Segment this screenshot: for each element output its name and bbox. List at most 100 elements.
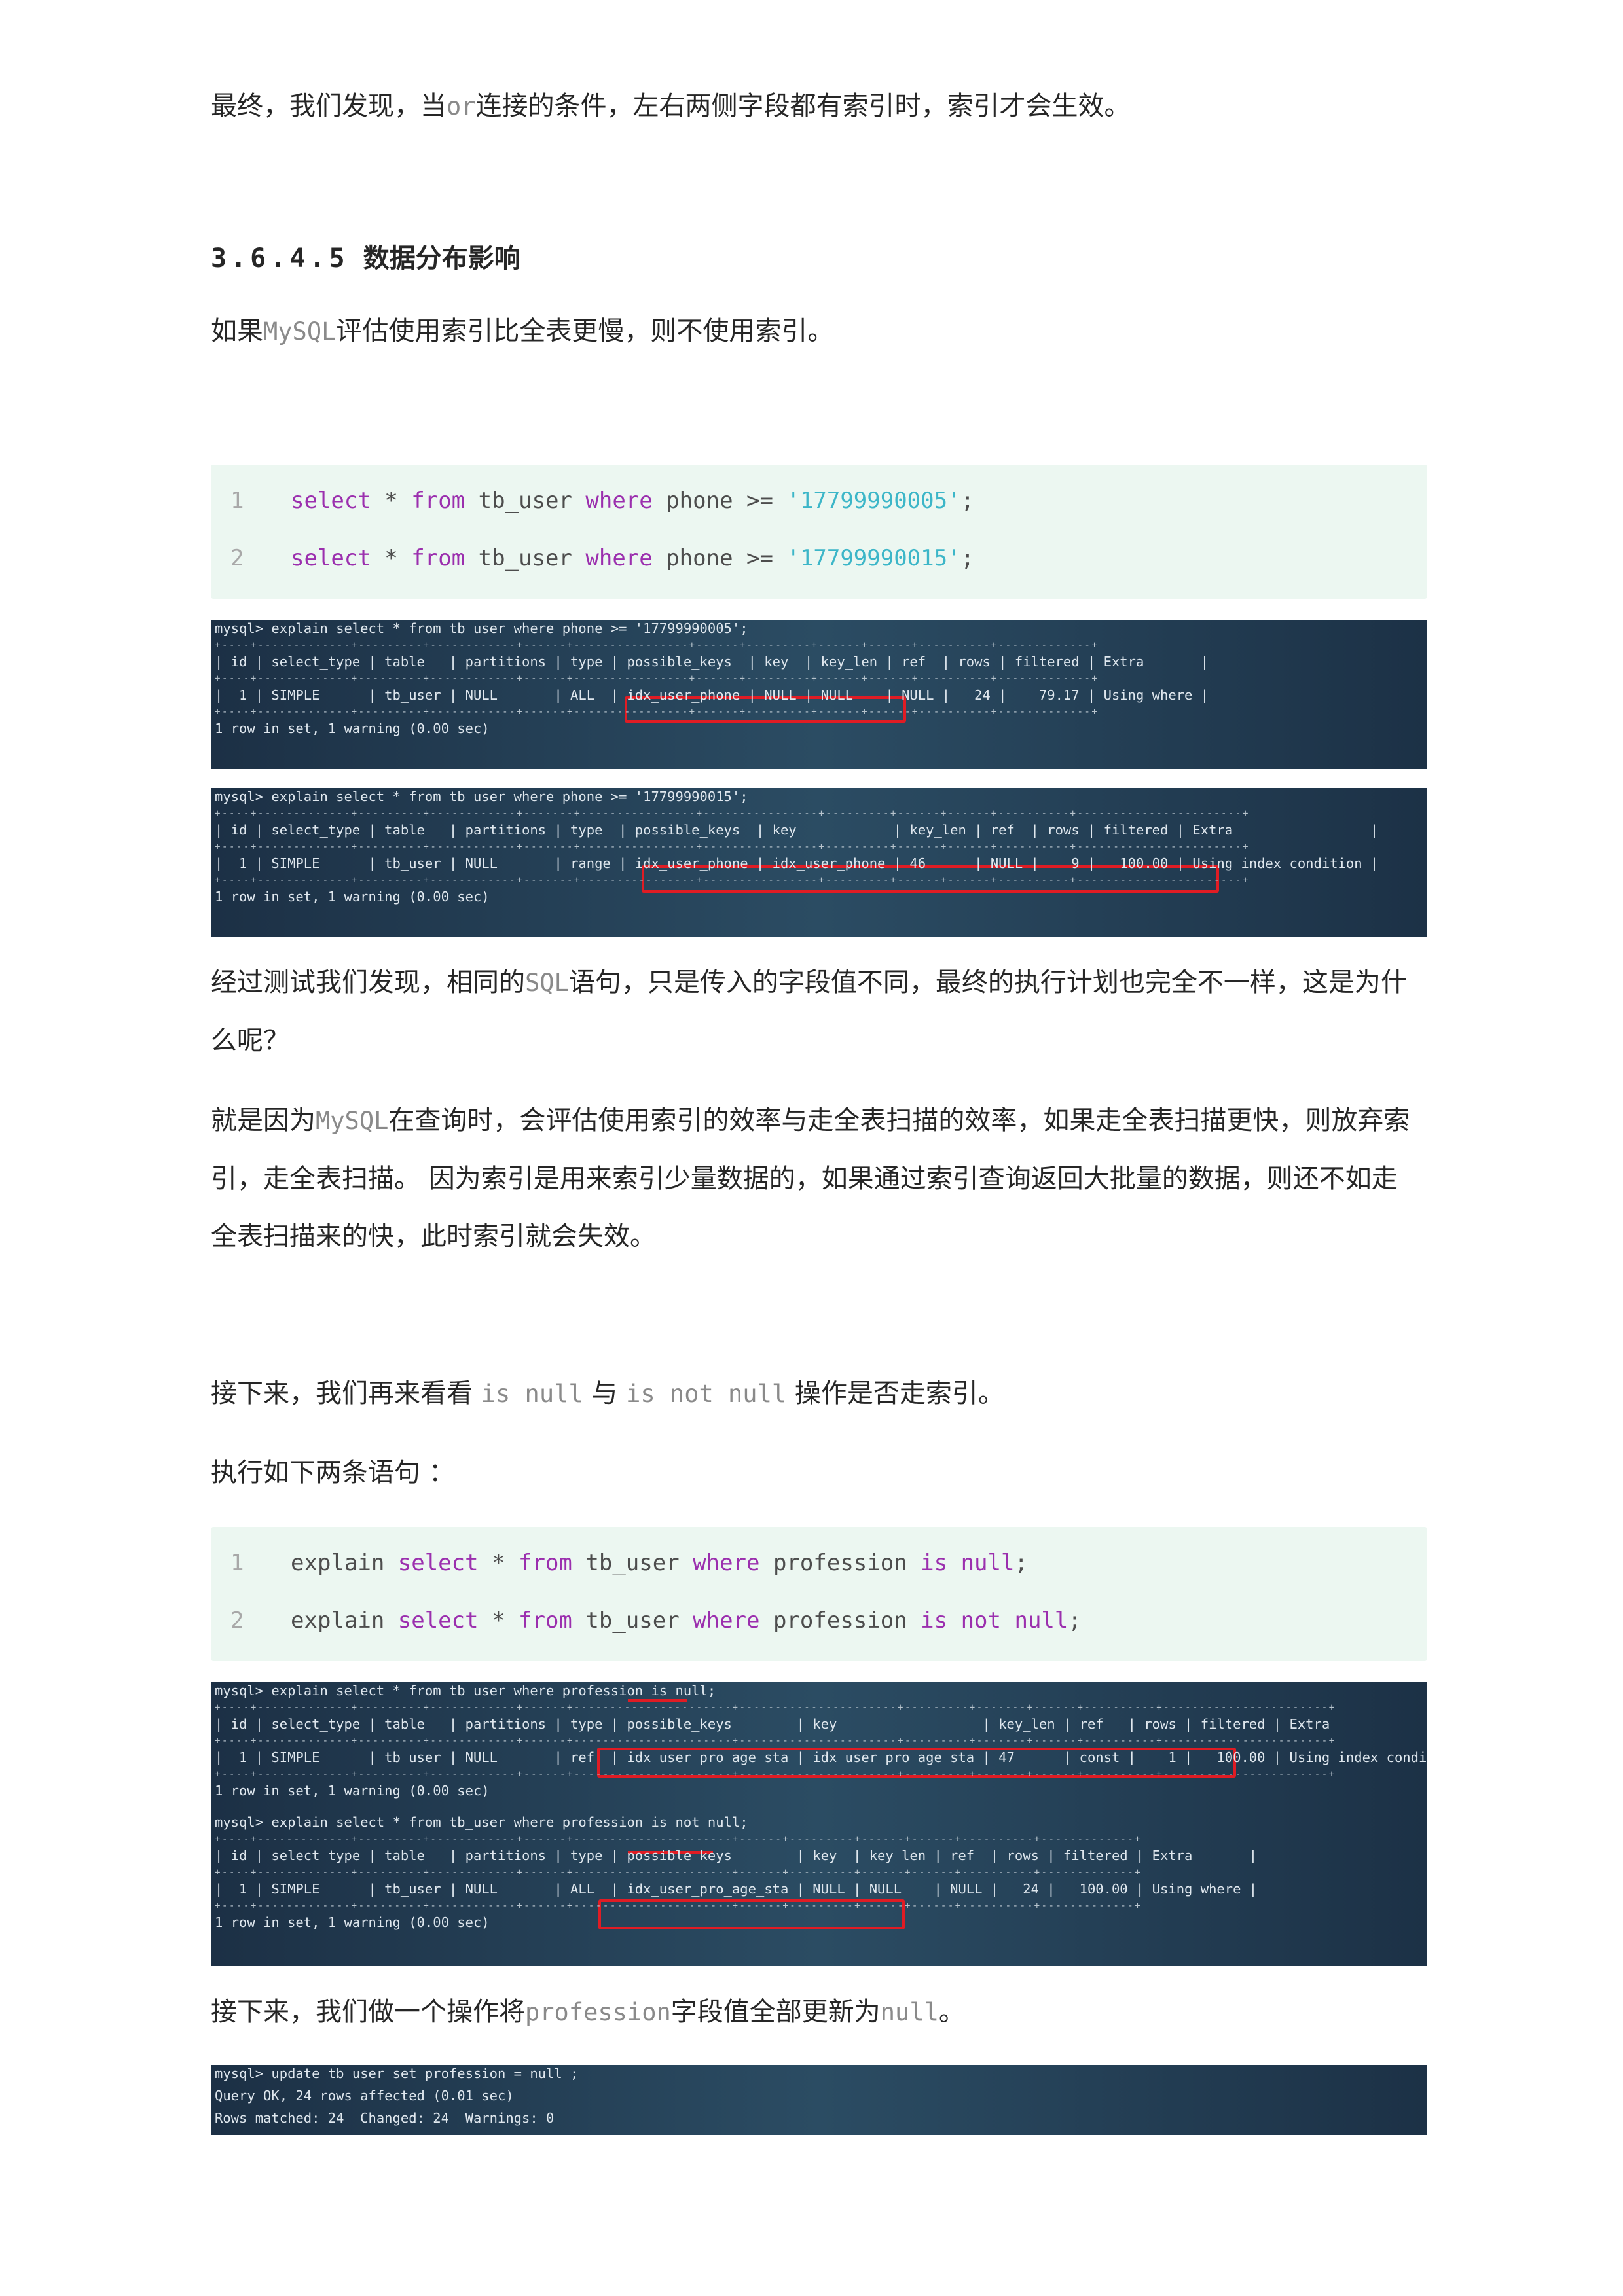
code-text: explain select * from tb_user where prof… (291, 1601, 1082, 1640)
terminal-line: | 1 | SIMPLE | tb_user | NULL | range | … (215, 855, 1379, 871)
text: 操作是否走索引。 (786, 1378, 1004, 1408)
code-token: is (921, 1607, 948, 1634)
terminal-line: mysql> explain select * from tb_user whe… (215, 1683, 716, 1698)
inline-code: is not null (626, 1380, 787, 1408)
code-token: profession (759, 1550, 921, 1576)
paragraph-explanation: 就是因为MySQL在查询时，会评估使用索引的效率与走全表扫描的效率，如果走全表扫… (211, 1092, 1422, 1265)
text: 。 (938, 1997, 965, 2027)
code-token: null (1014, 1607, 1068, 1634)
code-line: 1 explain select * from tb_user where pro… (211, 1543, 1427, 1583)
text: 连接的条件，左右两侧字段都有索引时，索引才会生效。 (475, 91, 1131, 121)
terminal-line: mysql> explain select * from tb_user whe… (215, 620, 748, 636)
terminal-line: +----+-------------+---------+----------… (215, 808, 1250, 819)
paragraph-question: 经过测试我们发现，相同的SQL语句，只是传入的字段值不同，最终的执行计划也完全不… (211, 954, 1422, 1069)
terminal-line: +----+-------------+---------+----------… (215, 842, 1250, 852)
sql-code-block: 1 explain select * from tb_user where pro… (211, 1527, 1427, 1661)
line-number: 1 (230, 488, 244, 514)
terminal-line: mysql> update tb_user set profession = n… (215, 2066, 579, 2081)
terminal-line: 1 row in set, 1 warning (0.00 sec) (215, 1783, 490, 1799)
terminal-line: +----+-------------+---------+----------… (215, 640, 1099, 651)
text: 在查询时，会评估使用索引的效率与走全表扫描的效率，如果走全表扫描更快，则放弃索引… (211, 1105, 1410, 1251)
terminal-line: | id | select_type | table | partitions … (215, 1716, 1427, 1732)
terminal-line: Rows matched: 24 Changed: 24 Warnings: 0 (215, 2110, 555, 2126)
inline-code: MySQL (263, 317, 337, 346)
section-heading: 3.6.4.5 数据分布影响 (211, 237, 520, 275)
code-token: * (371, 488, 412, 514)
text: 评估使用索引比全表更慢，则不使用索引。 (336, 316, 834, 346)
text: 字段值全部更新为 (670, 1997, 881, 2027)
code-token: phone >= (652, 488, 787, 514)
code-token: '17799990005' (786, 488, 961, 514)
terminal-line: | id | select_type | table | partitions … (215, 654, 1209, 670)
text: 接下来，我们做一个操作将 (211, 1997, 525, 2027)
text: 就是因为 (211, 1105, 316, 1136)
code-token: where (585, 488, 653, 514)
code-text: select * from tb_user where phone >= '17… (291, 539, 974, 578)
code-token: tb_user (572, 1607, 693, 1634)
terminal-line: Query OK, 24 rows affected (0.01 sec) (215, 2088, 514, 2104)
text: 如果 (211, 316, 263, 346)
code-token: from (519, 1550, 572, 1576)
code-token: from (519, 1607, 572, 1634)
code-token: * (478, 1607, 519, 1634)
terminal-output-update: mysql> update tb_user set profession = n… (211, 2065, 1427, 2135)
terminal-line: +----+-------------+---------+----------… (215, 1736, 1336, 1746)
code-line: 2 explain select * from tb_user where pro… (211, 1601, 1427, 1640)
inline-code: null (880, 1998, 939, 2026)
terminal-line: | 1 | SIMPLE | tb_user | NULL | ref | id… (215, 1749, 1427, 1765)
terminal-line: +----+-------------+---------+----------… (215, 707, 1099, 717)
code-text: explain select * from tb_user where prof… (291, 1543, 1028, 1583)
terminal-line: | 1 | SIMPLE | tb_user | NULL | ALL | id… (215, 687, 1209, 703)
terminal-line: +----+-------------+---------+----------… (215, 1702, 1336, 1713)
code-token: ; (960, 488, 975, 514)
terminal-line: +----+-------------+---------+----------… (215, 1834, 1142, 1844)
section-number: 3.6.4.5 (211, 243, 349, 274)
code-token: from (411, 545, 465, 571)
code-token: where (585, 545, 653, 571)
terminal-line: +----+-------------+---------+----------… (215, 875, 1250, 886)
code-token: '17799990015' (786, 545, 961, 571)
code-line: 2 select * from tb_user where phone >= '1… (211, 539, 1427, 578)
code-token: where (693, 1607, 760, 1634)
line-number: 2 (230, 1607, 244, 1634)
code-token: not (960, 1607, 1001, 1634)
inline-code: profession (525, 1998, 671, 2026)
text: 经过测试我们发现，相同的 (211, 967, 525, 997)
code-token: ; (960, 545, 975, 571)
text: 最终，我们发现，当 (211, 91, 447, 121)
code-token: where (693, 1550, 760, 1576)
code-token: tb_user (465, 488, 586, 514)
code-line: 1 select * from tb_user where phone >= '1… (211, 481, 1427, 520)
paragraph-null-intro: 接下来，我们再来看看 is null 与 is not null 操作是否走索引… (211, 1365, 1422, 1423)
underline-mark (628, 1699, 687, 1702)
code-token: explain (291, 1607, 398, 1634)
code-token: explain (291, 1550, 398, 1576)
code-token: select (291, 545, 371, 571)
code-token: from (411, 488, 465, 514)
terminal-line: +----+-------------+---------+----------… (215, 1867, 1142, 1878)
line-number: 1 (230, 1550, 244, 1576)
inline-code: MySQL (316, 1107, 389, 1135)
terminal-line: mysql> explain select * from tb_user whe… (215, 1814, 748, 1830)
code-token: is (921, 1550, 948, 1576)
sql-code-block: 1 select * from tb_user where phone >= '1… (211, 465, 1427, 599)
terminal-line: +----+-------------+---------+----------… (215, 1901, 1142, 1911)
code-token: tb_user (465, 545, 586, 571)
paragraph-execute: 执行如下两条语句 ： (211, 1444, 1422, 1501)
code-token: * (478, 1550, 519, 1576)
terminal-line: | id | select_type | table | partitions … (215, 822, 1379, 838)
terminal-output-explain-null: mysql> explain select * from tb_user whe… (211, 1682, 1427, 1966)
code-text: select * from tb_user where phone >= '17… (291, 481, 974, 520)
terminal-line: 1 row in set, 1 warning (0.00 sec) (215, 1914, 490, 1930)
inline-code: or (447, 92, 476, 120)
paragraph-update: 接下来，我们做一个操作将profession字段值全部更新为null。 (211, 1983, 1422, 2041)
code-token: select (397, 1607, 479, 1634)
code-token: select (397, 1550, 479, 1576)
code-token: null (960, 1550, 1015, 1576)
terminal-output-explain-2: mysql> explain select * from tb_user whe… (211, 788, 1427, 937)
terminal-line: | 1 | SIMPLE | tb_user | NULL | ALL | id… (215, 1881, 1258, 1897)
code-token: select (291, 488, 371, 514)
paragraph-or-index: 最终，我们发现，当or连接的条件，左右两侧字段都有索引时，索引才会生效。 (211, 77, 1422, 135)
